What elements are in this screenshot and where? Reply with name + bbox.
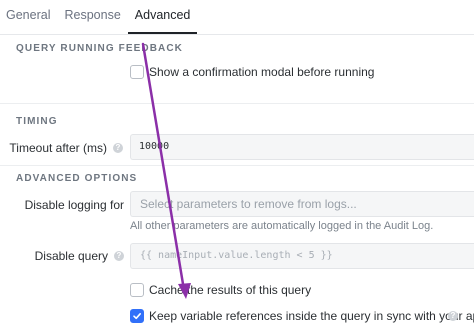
disable-logging-label: Disable logging for (24, 198, 124, 212)
disable-logging-select[interactable] (130, 191, 474, 217)
timeout-label: Timeout after (ms) (9, 141, 107, 155)
timeout-input[interactable]: 10000 (130, 134, 474, 160)
keep-variable-refs-checkbox[interactable] (130, 309, 144, 323)
tab-advanced[interactable]: Advanced (127, 8, 198, 34)
section-divider (0, 165, 474, 166)
section-divider (0, 103, 474, 104)
tab-bar: General Response Advanced (0, 0, 474, 35)
section-title-advanced-options: ADVANCED OPTIONS (16, 173, 138, 184)
cache-results-checkbox[interactable] (130, 283, 144, 297)
disable-query-placeholder: {{ nameInput.value.length < 5 }} (140, 250, 333, 261)
disable-query-label: Disable query (34, 249, 108, 263)
confirmation-modal-checkbox[interactable] (130, 65, 144, 79)
section-title-timing: TIMING (16, 116, 58, 127)
confirmation-modal-label: Show a confirmation modal before running (149, 65, 375, 79)
checkmark-icon (133, 313, 141, 320)
disable-logging-input[interactable] (131, 192, 474, 216)
tab-general[interactable]: General (0, 8, 57, 34)
section-title-query-running-feedback: QUERY RUNNING FEEDBACK (16, 43, 183, 54)
tab-response[interactable]: Response (57, 8, 127, 34)
keep-variable-refs-label: Keep variable references inside the quer… (149, 309, 474, 323)
disable-logging-hint: All other parameters are automatically l… (130, 220, 434, 232)
cache-results-label: Cache the results of this query (149, 283, 312, 297)
question-circle-icon[interactable]: ? (448, 311, 458, 321)
disable-query-input[interactable]: {{ nameInput.value.length < 5 }} (130, 243, 474, 269)
question-circle-icon[interactable]: ? (114, 251, 124, 261)
timeout-value: 10000 (139, 141, 170, 152)
question-circle-icon[interactable]: ? (113, 143, 123, 153)
